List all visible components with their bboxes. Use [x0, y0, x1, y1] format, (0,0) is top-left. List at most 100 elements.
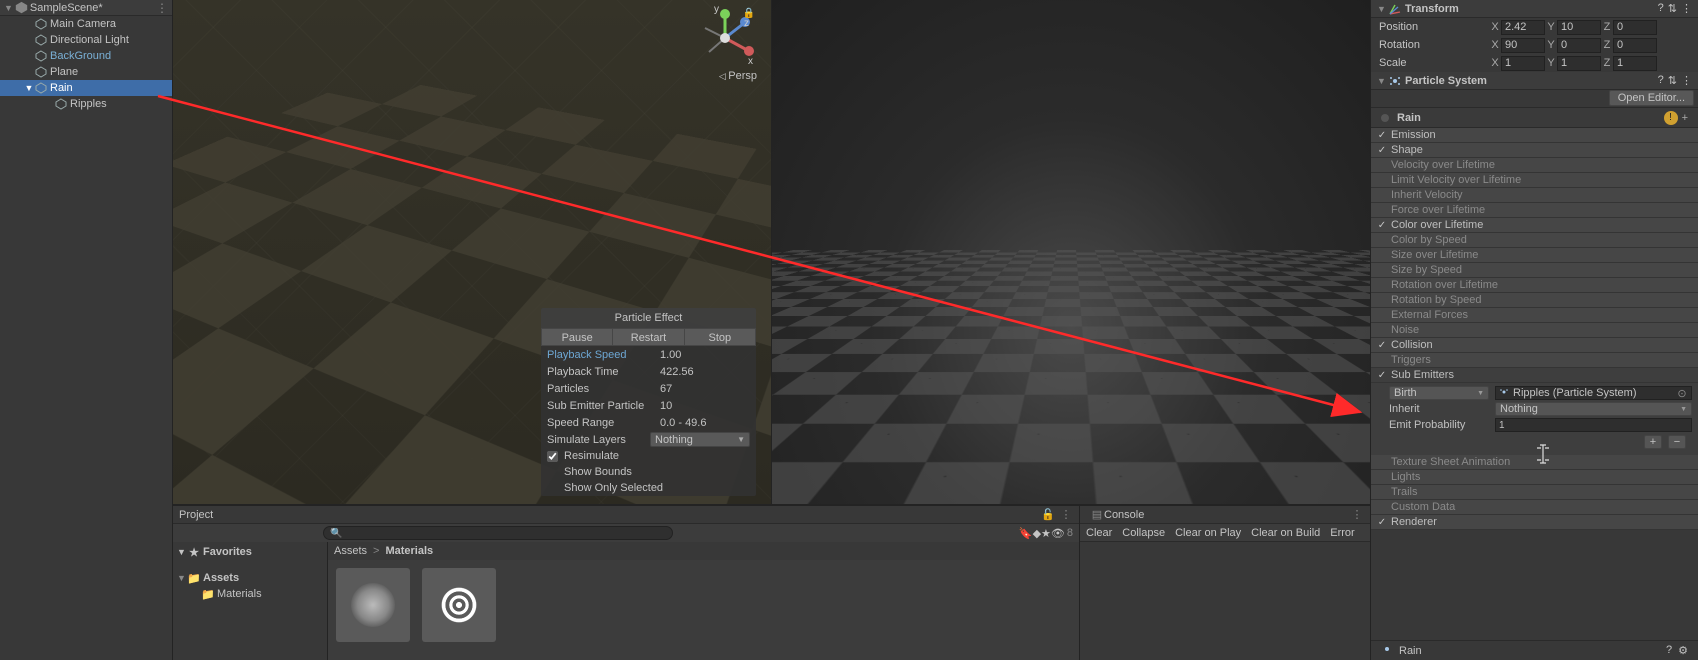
sim-layers-dropdown[interactable]: Nothing: [650, 432, 750, 447]
hierarchy-item-main-camera[interactable]: Main Camera: [0, 16, 172, 32]
ps-module-trails[interactable]: Trails: [1371, 485, 1698, 500]
clear-on-build-button[interactable]: Clear on Build: [1249, 527, 1322, 539]
material-thumb-blur[interactable]: [336, 568, 410, 642]
module-checkbox[interactable]: [1375, 263, 1389, 277]
help-icon[interactable]: ?: [1658, 2, 1664, 15]
preset-icon[interactable]: ⇅: [1668, 2, 1677, 15]
ps-module-sub-emitters[interactable]: Sub Emitters: [1371, 368, 1698, 383]
project-search-input[interactable]: [323, 526, 673, 540]
scale-z-input[interactable]: [1613, 56, 1657, 71]
gear-icon[interactable]: ⚙: [1678, 644, 1688, 657]
module-checkbox[interactable]: [1375, 455, 1389, 469]
ps-module-velocity-over-lifetime[interactable]: Velocity over Lifetime: [1371, 158, 1698, 173]
restart-button[interactable]: Restart: [613, 328, 684, 346]
kebab-icon[interactable]: ⋮: [1059, 508, 1073, 522]
ps-module-size-over-lifetime[interactable]: Size over Lifetime: [1371, 248, 1698, 263]
ps-module-size-by-speed[interactable]: Size by Speed: [1371, 263, 1698, 278]
scene-header[interactable]: ▼ SampleScene* ⋮: [0, 0, 172, 16]
ps-module-collision[interactable]: Collision: [1371, 338, 1698, 353]
object-picker-icon[interactable]: ⊙: [1676, 387, 1688, 399]
module-checkbox[interactable]: [1375, 308, 1389, 322]
ps-module-shape[interactable]: Shape: [1371, 143, 1698, 158]
particle-system-header[interactable]: ▼ Particle System ? ⇅ ⋮: [1371, 72, 1698, 90]
module-checkbox[interactable]: [1375, 338, 1389, 352]
ps-module-triggers[interactable]: Triggers: [1371, 353, 1698, 368]
module-checkbox[interactable]: [1375, 233, 1389, 247]
ps-module-emission[interactable]: Emission: [1371, 128, 1698, 143]
projection-label[interactable]: ◁ Persp: [719, 70, 757, 82]
project-tree[interactable]: ▼ ★ Favorites ▼ 📁 Assets 📁: [173, 542, 328, 660]
open-editor-button[interactable]: Open Editor...: [1609, 90, 1694, 106]
module-checkbox[interactable]: [1375, 515, 1389, 529]
breadcrumb[interactable]: Assets > Materials: [328, 542, 1079, 560]
show-bounds-check[interactable]: Show Bounds: [541, 464, 756, 480]
kebab-icon[interactable]: ⋮: [1350, 508, 1364, 522]
hierarchy-item-background[interactable]: BackGround: [0, 48, 172, 64]
crumb-root[interactable]: Assets: [334, 545, 367, 557]
pause-button[interactable]: Pause: [541, 328, 613, 346]
preset-icon[interactable]: ⇅: [1668, 74, 1677, 87]
scale-x-input[interactable]: [1501, 56, 1545, 71]
material-thumb-rings[interactable]: [422, 568, 496, 642]
module-checkbox[interactable]: [1375, 323, 1389, 337]
scene-view[interactable]: 🔒 y z x: [173, 0, 771, 504]
resimulate-check[interactable]: Resimulate: [541, 448, 756, 464]
position-z-input[interactable]: [1613, 20, 1657, 35]
module-checkbox[interactable]: [1375, 173, 1389, 187]
plus-icon[interactable]: +: [1682, 112, 1688, 124]
kebab-icon[interactable]: ⋮: [156, 1, 168, 15]
module-checkbox[interactable]: [1375, 128, 1389, 142]
hierarchy-item-rain[interactable]: ▼Rain: [0, 80, 172, 96]
position-x-input[interactable]: [1501, 20, 1545, 35]
module-checkbox[interactable]: [1375, 293, 1389, 307]
show-only-selected-check[interactable]: Show Only Selected: [541, 480, 756, 496]
scale-y-input[interactable]: [1557, 56, 1601, 71]
module-checkbox[interactable]: [1375, 188, 1389, 202]
ps-module-force-over-lifetime[interactable]: Force over Lifetime: [1371, 203, 1698, 218]
game-view[interactable]: [771, 0, 1370, 504]
remove-sub-emitter-button[interactable]: −: [1668, 435, 1686, 449]
resimulate-checkbox[interactable]: [547, 451, 558, 462]
module-checkbox[interactable]: [1375, 248, 1389, 262]
help-icon[interactable]: ?: [1658, 74, 1664, 87]
module-checkbox[interactable]: [1375, 353, 1389, 367]
crumb-current[interactable]: Materials: [385, 545, 433, 557]
ps-module-rotation-by-speed[interactable]: Rotation by Speed: [1371, 293, 1698, 308]
sub-emitter-type-dropdown[interactable]: Birth: [1389, 386, 1489, 400]
favorite-icon[interactable]: ★: [1041, 527, 1051, 540]
folder-materials[interactable]: 📁 Materials: [173, 586, 327, 602]
ps-footer[interactable]: Rain ? ⚙: [1371, 640, 1698, 660]
collapse-button[interactable]: Collapse: [1120, 527, 1167, 539]
rotation-z-input[interactable]: [1613, 38, 1657, 53]
module-checkbox[interactable]: [1375, 158, 1389, 172]
emit-prob-input[interactable]: [1495, 418, 1692, 432]
ps-module-custom-data[interactable]: Custom Data: [1371, 500, 1698, 515]
module-checkbox[interactable]: [1375, 143, 1389, 157]
error-pause-button[interactable]: Error: [1328, 527, 1356, 539]
ps-module-external-forces[interactable]: External Forces: [1371, 308, 1698, 323]
module-checkbox[interactable]: [1375, 218, 1389, 232]
module-checkbox[interactable]: [1375, 485, 1389, 499]
ps-module-lights[interactable]: Lights: [1371, 470, 1698, 485]
orientation-gizmo[interactable]: 🔒 y z x: [695, 8, 755, 68]
clear-button[interactable]: Clear: [1084, 527, 1114, 539]
clear-on-play-button[interactable]: Clear on Play: [1173, 527, 1243, 539]
ps-module-rotation-over-lifetime[interactable]: Rotation over Lifetime: [1371, 278, 1698, 293]
inherit-dropdown[interactable]: Nothing: [1495, 402, 1692, 416]
transform-header[interactable]: ▼ Transform ? ⇅ ⋮: [1371, 0, 1698, 18]
project-grid[interactable]: Assets > Materials: [328, 542, 1079, 660]
hierarchy-item-plane[interactable]: Plane: [0, 64, 172, 80]
add-sub-emitter-button[interactable]: +: [1644, 435, 1662, 449]
ps-module-texture-sheet-animation[interactable]: Texture Sheet Animation: [1371, 455, 1698, 470]
ps-module-color-by-speed[interactable]: Color by Speed: [1371, 233, 1698, 248]
label-icon[interactable]: 🔖: [1019, 527, 1033, 540]
stop-button[interactable]: Stop: [685, 328, 756, 346]
ps-module-renderer[interactable]: Renderer: [1371, 515, 1698, 530]
favorites-row[interactable]: ▼ ★ Favorites: [173, 544, 327, 560]
kebab-icon[interactable]: ⋮: [1681, 2, 1692, 15]
warning-icon[interactable]: !: [1664, 111, 1678, 125]
sub-emitter-object-field[interactable]: Ripples (Particle System) ⊙: [1495, 386, 1692, 400]
help-icon[interactable]: ?: [1666, 644, 1672, 657]
hidden-icon[interactable]: 👁: [1051, 527, 1065, 540]
module-checkbox[interactable]: [1375, 278, 1389, 292]
